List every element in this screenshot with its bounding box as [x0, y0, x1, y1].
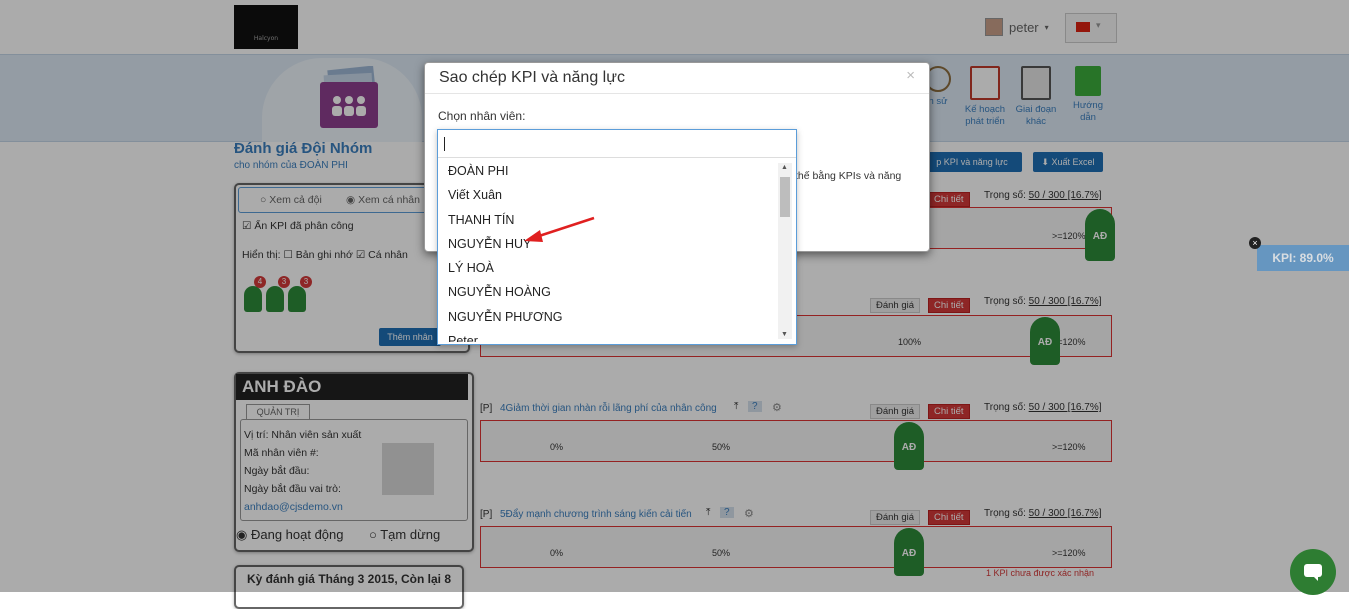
- modal-description: thế bằng KPIs và năng: [795, 170, 902, 182]
- chat-icon: [1304, 564, 1322, 581]
- kpi-score-badge[interactable]: KPI: 89.0%: [1257, 245, 1349, 271]
- employee-search-input[interactable]: [438, 130, 796, 158]
- dropdown-scrollbar[interactable]: ▲ ▼: [778, 163, 792, 339]
- scroll-up-icon[interactable]: ▲: [781, 164, 788, 171]
- employee-option[interactable]: THANH TÍN: [438, 208, 776, 232]
- text-cursor: [444, 137, 445, 151]
- scrollbar-thumb[interactable]: [780, 177, 790, 217]
- modal-header: Sao chép KPI và năng lực ×: [425, 63, 929, 94]
- annotation-arrow-icon: [524, 216, 595, 242]
- employee-option[interactable]: ĐOÀN PHI: [438, 159, 776, 183]
- employee-option[interactable]: LÝ HOÀ: [438, 256, 776, 280]
- scroll-down-icon[interactable]: ▼: [781, 331, 788, 338]
- employee-option[interactable]: NGUYỄN PHƯƠNG: [438, 305, 776, 329]
- employee-options-list: ĐOÀN PHI Viết Xuân THANH TÍN NGUYỄN HUY …: [438, 159, 776, 342]
- employee-dropdown[interactable]: ĐOÀN PHI Viết Xuân THANH TÍN NGUYỄN HUY …: [437, 129, 797, 345]
- employee-option[interactable]: NGUYỄN HUY: [438, 232, 776, 256]
- close-icon[interactable]: ×: [1249, 237, 1261, 249]
- employee-option[interactable]: NGUYỄN HOÀNG: [438, 280, 776, 304]
- close-icon[interactable]: ×: [906, 67, 915, 84]
- modal-title: Sao chép KPI và năng lực: [439, 69, 625, 86]
- chat-button[interactable]: [1290, 549, 1336, 595]
- employee-select-label: Chọn nhân viên:: [438, 109, 526, 123]
- employee-option[interactable]: Peter: [438, 329, 776, 342]
- employee-option[interactable]: Viết Xuân: [438, 183, 776, 207]
